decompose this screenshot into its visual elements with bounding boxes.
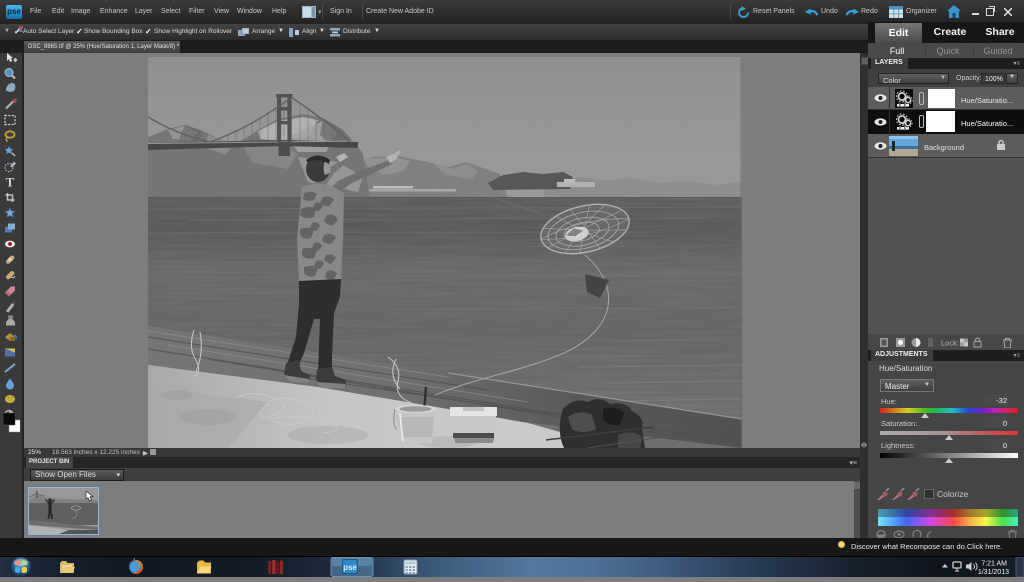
svg-text:pse: pse [343, 563, 357, 572]
svg-text:1/31/2013: 1/31/2013 [978, 569, 1009, 576]
svg-text:Lock:: Lock: [941, 339, 959, 348]
svg-text:7:21 AM: 7:21 AM [981, 561, 1007, 568]
svg-text:T: T [6, 175, 15, 190]
